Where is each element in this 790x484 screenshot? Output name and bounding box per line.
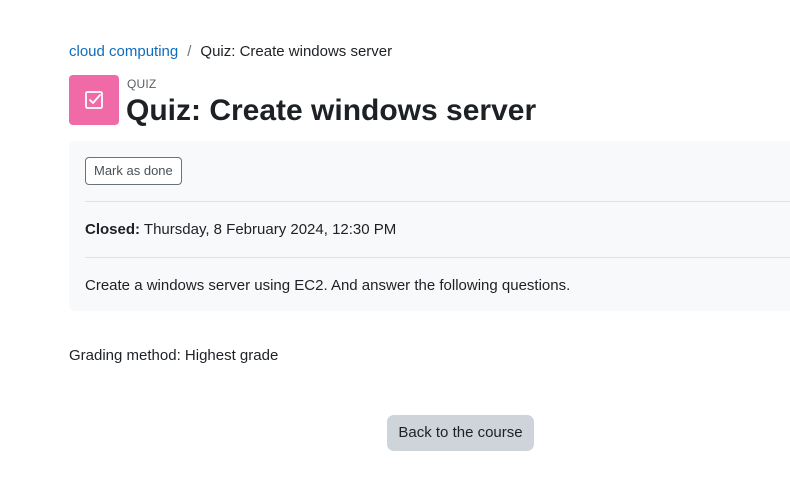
breadcrumb-current: Quiz: Create windows server [200, 43, 393, 60]
closed-date: Closed: Thursday, 8 February 2024, 12:30… [85, 220, 396, 240]
checkbox-check-icon [85, 91, 103, 109]
divider [85, 201, 790, 202]
activity-information: Mark as done Closed: Thursday, 8 Februar… [69, 141, 790, 311]
breadcrumb: cloud computing / Quiz: Create windows ser… [69, 42, 392, 62]
grading-method: Grading method: Highest grade [69, 347, 279, 364]
activity-description: Create a windows server using EC2. And a… [85, 277, 571, 294]
closed-label: Closed: [85, 221, 141, 238]
back-to-course-button[interactable]: Back to the course [387, 415, 534, 451]
page-title: Quiz: Create windows server [126, 94, 537, 127]
quiz-checkbox-icon [69, 75, 119, 125]
mark-as-done-button[interactable]: Mark as done [85, 157, 182, 185]
divider [85, 257, 790, 258]
activity-type-label: QUIZ [127, 77, 157, 91]
breadcrumb-course-link[interactable]: cloud computing [69, 43, 178, 60]
closed-value: Thursday, 8 February 2024, 12:30 PM [143, 221, 397, 238]
breadcrumb-separator: / [187, 43, 192, 60]
quiz-page: cloud computing / Quiz: Create windows ser… [0, 0, 790, 484]
